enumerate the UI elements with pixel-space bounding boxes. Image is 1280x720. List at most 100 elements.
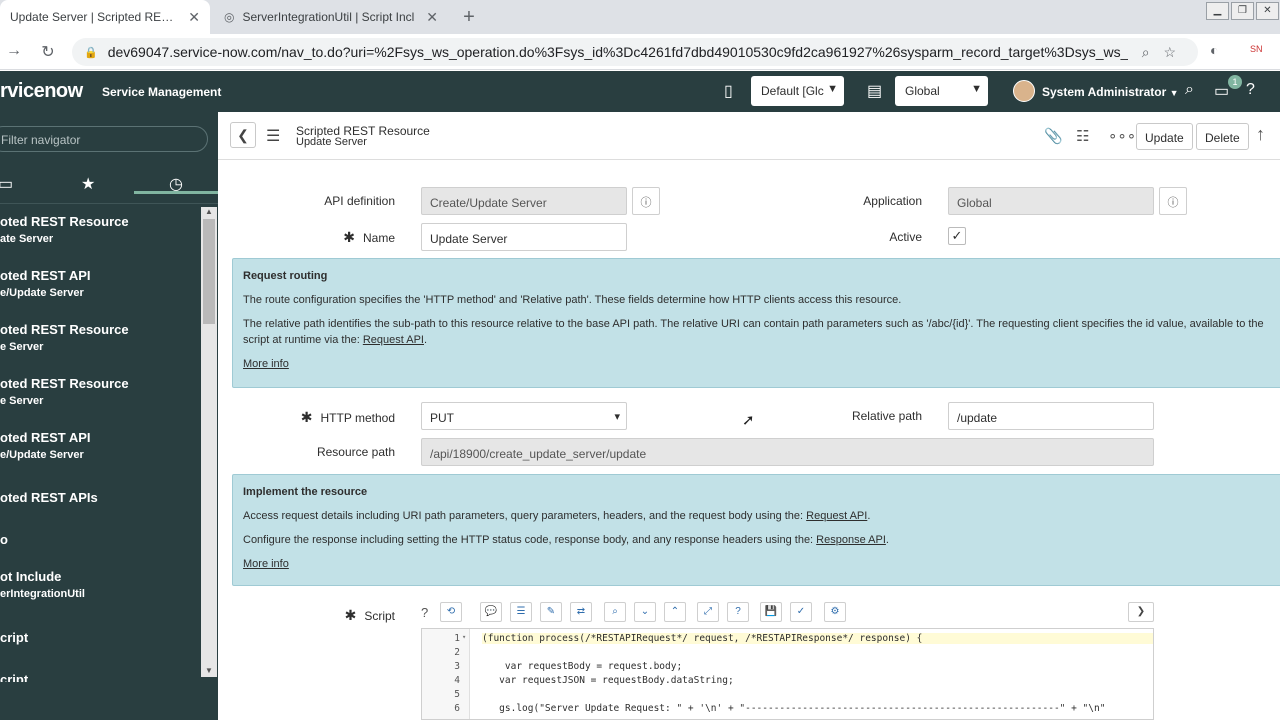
history-item[interactable]: cript (0, 672, 200, 682)
application-field[interactable]: Global (948, 187, 1154, 215)
api-definition-label: API definition (324, 194, 395, 208)
name-input[interactable]: Update Server (421, 223, 627, 251)
help-icon[interactable]: ? (1246, 81, 1255, 99)
relative-path-input[interactable]: /update (948, 402, 1154, 430)
form-header: ❮ ☰ Scripted REST Resource Update Server… (218, 112, 1280, 160)
search-icon[interactable]: ⌕ (1185, 81, 1194, 99)
code-line: var requestJSON = requestBody.dataString… (482, 675, 734, 686)
info-icon[interactable]: ⓘ (1159, 187, 1187, 215)
request-api-link[interactable]: Request API (363, 334, 424, 346)
fold-arrow-icon[interactable]: ▾ (462, 633, 466, 641)
user-menu[interactable]: System Administrator ▼ (1042, 85, 1179, 99)
url-text: dev69047.service-now.com/nav_to.do?uri=%… (107, 44, 1128, 60)
api-definition-field[interactable]: Create/Update Server (421, 187, 627, 215)
history-item[interactable]: o (0, 532, 200, 547)
history-item[interactable]: oted REST Resource ate Server (0, 214, 200, 245)
scroll-top-arrow-icon[interactable]: ↑ (1256, 124, 1265, 145)
all-apps-icon[interactable]: ▭ (0, 174, 13, 194)
mandatory-asterisk-icon: ✱ (343, 229, 355, 245)
forward-icon[interactable]: → (4, 42, 24, 60)
script-editor[interactable]: 1 2 3 4 5 6 ▾ (function process(/*RESTAP… (421, 628, 1154, 720)
personalize-sliders-icon[interactable]: ☷ (1076, 127, 1089, 145)
filter-navigator-input[interactable]: Filter navigator (0, 126, 208, 152)
update-set-icon[interactable]: ▯ (724, 81, 733, 101)
restore-icon[interactable]: ❐ (1231, 2, 1254, 20)
mandatory-asterisk-icon: ✱ (300, 409, 313, 425)
implement-resource-annotation: Implement the resource Access request de… (232, 474, 1280, 586)
request-api-link[interactable]: Request API (806, 510, 867, 522)
scroll-up-icon[interactable]: ▲ (205, 207, 213, 216)
close-window-icon[interactable]: ✕ (1256, 2, 1279, 20)
form-record-name: Update Server (296, 136, 367, 148)
bookmark-star-icon[interactable]: ☆ (1164, 44, 1177, 61)
help-icon[interactable]: ? (421, 605, 428, 620)
help-circle-icon[interactable]: ? (727, 602, 749, 622)
delete-button[interactable]: Delete (1196, 123, 1249, 150)
save-icon[interactable]: 💾 (760, 602, 782, 622)
avatar[interactable] (1013, 80, 1035, 102)
close-tab-icon[interactable]: ✕ (426, 9, 438, 26)
sn-utils-extension-icon[interactable]: SN (1250, 44, 1263, 54)
more-info-link[interactable]: More info (243, 358, 289, 370)
history-item[interactable]: oted REST Resource e Server (0, 322, 200, 353)
navigator-scrollbar[interactable]: ▲ (201, 207, 217, 677)
scroll-down-icon[interactable]: ▼ (205, 666, 213, 675)
chat-icon[interactable]: ▭ (1214, 81, 1229, 101)
zoom-search-icon[interactable]: ⌕ (1142, 44, 1150, 61)
insert-macro-icon[interactable]: ✎ (540, 602, 562, 622)
product-name: Service Management (102, 85, 222, 99)
info-icon[interactable]: ⓘ (632, 187, 660, 215)
servicenow-favicon-icon: ◎ (224, 10, 235, 24)
response-api-link[interactable]: Response API (816, 534, 886, 546)
script-debugger-icon[interactable]: ⟲ (440, 602, 462, 622)
scrollbar-thumb[interactable] (203, 219, 215, 324)
syntax-check-icon[interactable]: ✓ (790, 602, 812, 622)
active-checkbox[interactable]: ✓ (948, 227, 966, 245)
minimize-icon[interactable]: ▁ (1206, 2, 1229, 20)
history-item[interactable]: oted REST API e/Update Server (0, 268, 200, 299)
reload-icon[interactable]: ↻ (38, 42, 58, 62)
update-button[interactable]: Update (1136, 123, 1193, 150)
favorites-star-icon[interactable]: ★ (81, 174, 95, 194)
browser-toolbar: → ↻ 🔒 dev69047.service-now.com/nav_to.do… (0, 34, 1280, 70)
request-routing-annotation: Request routing The route configuration … (232, 258, 1280, 388)
chevron-down-icon[interactable]: ⌄ (634, 602, 656, 622)
extension-icon[interactable]: ◐ (1210, 42, 1218, 58)
address-bar[interactable]: 🔒 dev69047.service-now.com/nav_to.do?uri… (72, 38, 1198, 66)
history-clock-icon[interactable]: ◷ (134, 164, 218, 194)
format-code-icon[interactable]: ☰ (510, 602, 532, 622)
settings-gear-icon[interactable]: ⚙ (824, 602, 846, 622)
replace-icon[interactable]: ⇄ (570, 602, 592, 622)
history-item[interactable]: oted REST APIs (0, 490, 200, 505)
back-button[interactable]: ❮ (230, 122, 256, 148)
chevron-up-icon[interactable]: ⌃ (664, 602, 686, 622)
search-icon[interactable]: ⌕ (604, 602, 626, 622)
toggle-comment-icon[interactable]: 💬 (480, 602, 502, 622)
history-item[interactable]: oted REST Resource e Server (0, 376, 200, 407)
scope-icon[interactable]: ▤ (867, 81, 882, 101)
notification-badge: 1 (1228, 75, 1242, 89)
http-method-select[interactable]: PUT ▾ (421, 402, 627, 430)
application-label: Application (863, 194, 922, 208)
caret-down-icon: ▼ (1169, 88, 1179, 98)
resource-path-field[interactable]: /api/18900/create_update_server/update (421, 438, 1154, 466)
more-options-icon[interactable]: ∘∘∘ (1108, 127, 1136, 145)
history-item[interactable]: ot Include erIntegrationUtil (0, 569, 200, 600)
expand-right-icon[interactable]: ❯ (1128, 602, 1154, 622)
more-info-link[interactable]: More info (243, 558, 289, 570)
new-tab-icon[interactable]: + (458, 6, 480, 29)
browser-tab-update-server[interactable]: Update Server | Scripted REST Re ✕ (0, 0, 210, 34)
servicenow-logo[interactable]: rvicenow (0, 80, 83, 103)
lock-icon: 🔒 (84, 46, 98, 59)
chevron-down-icon: ▼ (971, 83, 982, 95)
application-scope-picker[interactable]: Global ▼ (895, 76, 988, 106)
fullscreen-icon[interactable]: ⤢ (697, 602, 719, 622)
update-set-picker[interactable]: Default [Glc ▼ (751, 76, 844, 106)
application-navigator: Filter navigator ▭ ★ ◷ oted REST Resourc… (0, 112, 218, 720)
context-menu-icon[interactable]: ☰ (266, 126, 280, 146)
history-item[interactable]: cript (0, 630, 200, 645)
history-item[interactable]: oted REST API e/Update Server (0, 430, 200, 461)
attachment-paperclip-icon[interactable]: 📎 (1044, 127, 1063, 145)
close-tab-icon[interactable]: ✕ (188, 9, 200, 26)
browser-tab-script-include[interactable]: ◎ ServerIntegrationUtil | Script Incl ✕ (214, 0, 448, 34)
